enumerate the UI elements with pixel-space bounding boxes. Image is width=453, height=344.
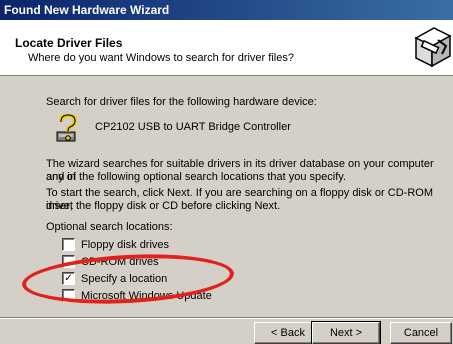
search-intro-text: Search for driver files for the followin…	[46, 96, 317, 108]
windows-update-option[interactable]: Microsoft Windows Update	[62, 288, 212, 303]
specify-location-label: Specify a location	[81, 272, 168, 285]
cd-rom-label: CD-ROM drives	[81, 255, 159, 268]
hardware-wizard-icon	[414, 27, 452, 68]
page-subtitle: Where do you want Windows to search for …	[28, 52, 294, 64]
floppy-disk-checkbox[interactable]	[62, 238, 75, 251]
paragraph-2-line-2: insert the floppy disk or CD before clic…	[46, 200, 281, 212]
wizard-header: Locate Driver Files Where do you want Wi…	[0, 20, 453, 76]
page-title: Locate Driver Files	[15, 36, 123, 50]
next-button[interactable]: Next >	[311, 321, 381, 344]
paragraph-1-line-2: any of the following optional search loc…	[46, 171, 347, 183]
floppy-disk-label: Floppy disk drives	[81, 238, 170, 251]
footer-divider	[0, 317, 453, 319]
window-title-bar: Found New Hardware Wizard	[0, 0, 453, 20]
specify-location-option[interactable]: ✓ Specify a location	[62, 271, 167, 286]
cd-rom-option[interactable]: CD-ROM drives	[62, 254, 159, 269]
device-name: CP2102 USB to UART Bridge Controller	[95, 121, 291, 133]
windows-update-checkbox[interactable]	[62, 289, 75, 302]
optional-locations-label: Optional search locations:	[46, 221, 173, 233]
question-mark-device-icon	[56, 114, 78, 142]
cancel-button[interactable]: Cancel	[390, 322, 452, 344]
specify-location-checkbox[interactable]: ✓	[62, 272, 75, 285]
window-title: Found New Hardware Wizard	[4, 3, 170, 17]
cd-rom-checkbox[interactable]	[62, 255, 75, 268]
windows-update-label: Microsoft Windows Update	[81, 289, 212, 302]
floppy-disk-option[interactable]: Floppy disk drives	[62, 237, 169, 252]
